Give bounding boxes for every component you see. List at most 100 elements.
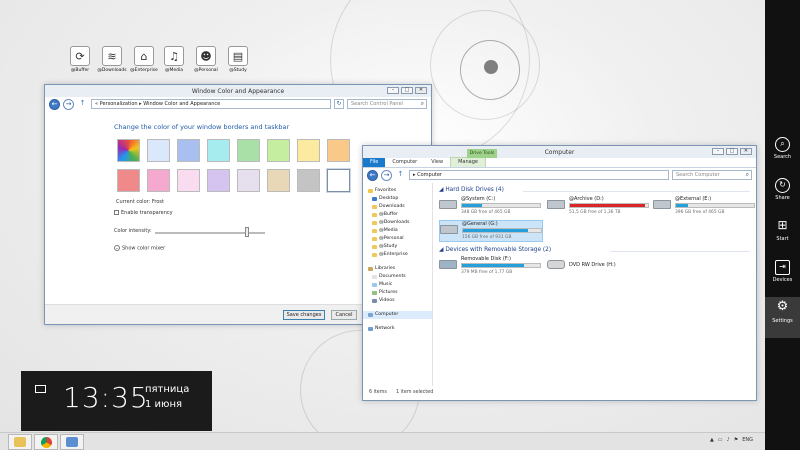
cancel-button[interactable]: Cancel <box>331 310 357 320</box>
color-swatch[interactable] <box>267 169 290 192</box>
charm-label: Settings <box>772 318 793 324</box>
title-bar[interactable]: Window Color and Appearance – □ ✕ <box>45 85 431 97</box>
drive-usage-bar <box>461 263 541 268</box>
nav-favorites[interactable]: Favorites <box>363 187 432 195</box>
gear-icon: ⚙ <box>776 299 789 314</box>
desktop-icon-media[interactable]: ♫ @Media <box>158 46 190 73</box>
group-divider <box>523 191 750 192</box>
tray-network-icon[interactable]: ▭ <box>718 437 723 443</box>
address-bar[interactable]: ▸ Computer <box>409 170 669 180</box>
search-input[interactable]: Search Computer ⌕ <box>672 170 752 180</box>
nav-item-personal[interactable]: @Personal <box>363 235 432 243</box>
nav-item-media[interactable]: @Media <box>363 227 432 235</box>
nav-item-videos[interactable]: Videos <box>363 297 432 305</box>
close-button[interactable]: ✕ <box>740 148 752 155</box>
desktop-icon-enterprise[interactable]: ⌂ @Enterprise <box>128 46 160 73</box>
drive-h-dvd[interactable]: DVD RW Drive (H:) <box>547 256 651 278</box>
tray-language[interactable]: ENG <box>742 437 753 443</box>
save-changes-button[interactable]: Save changes <box>283 310 325 320</box>
taskbar-explorer[interactable] <box>8 434 32 450</box>
color-swatch[interactable] <box>297 139 320 162</box>
desktop-icon-label: @Buffer <box>70 68 90 73</box>
forward-button[interactable]: → <box>381 169 392 181</box>
nav-item-study[interactable]: @Study <box>363 243 432 251</box>
color-swatch[interactable] <box>147 139 170 162</box>
nav-label: Music <box>379 282 393 287</box>
nav-item-pictures[interactable]: Pictures <box>363 289 432 297</box>
search-icon: ⌕ <box>775 137 790 152</box>
color-swatch[interactable] <box>207 169 230 192</box>
charm-share[interactable]: ↻ Share <box>765 174 800 215</box>
color-swatch[interactable] <box>177 169 200 192</box>
charm-devices[interactable]: ⇥ Devices <box>765 256 800 297</box>
drive-e[interactable]: @External (E:) 396 GB free of 465 GB <box>653 196 757 218</box>
drive-f-removable[interactable]: Removable Disk (F:) 379 MB free of 1,77 … <box>439 256 543 278</box>
color-picker-swatch[interactable] <box>117 139 140 162</box>
color-swatch[interactable] <box>297 169 320 192</box>
up-button[interactable]: ↑ <box>77 98 88 110</box>
charm-settings[interactable]: ⚙ Settings <box>765 297 800 338</box>
forward-button[interactable]: → <box>63 98 74 110</box>
group-label: Devices with Removable Storage (2) <box>445 247 552 253</box>
tab-file[interactable]: File <box>363 158 386 167</box>
color-swatch[interactable] <box>327 169 350 192</box>
up-button[interactable]: ↑ <box>395 169 406 181</box>
title-bar[interactable]: Computer – □ ✕ <box>363 146 756 158</box>
taskbar-control-panel[interactable] <box>60 434 84 450</box>
tab-manage[interactable]: Manage <box>450 157 486 167</box>
back-button[interactable]: ← <box>49 98 60 110</box>
color-mixer-toggle[interactable]: ⌄ Show color mixer <box>114 245 165 252</box>
nav-item-downloads[interactable]: Downloads <box>363 203 432 211</box>
tray-volume-icon[interactable]: ♪ <box>727 437 730 443</box>
color-swatch[interactable] <box>207 139 230 162</box>
drive-usage-fill <box>570 204 645 207</box>
taskbar-chrome[interactable] <box>34 434 58 450</box>
nav-item-buffer[interactable]: @Buffer <box>363 211 432 219</box>
charm-start[interactable]: ⊞ Start <box>765 215 800 256</box>
nav-network[interactable]: Network <box>363 325 432 333</box>
tab-computer[interactable]: Computer <box>385 158 424 167</box>
color-intensity-thumb[interactable] <box>245 227 250 237</box>
drive-d[interactable]: @Archive (D:) 51,5 GB free of 1,36 TB <box>547 196 651 218</box>
nav-item-enterprise[interactable]: @Enterprise <box>363 251 432 259</box>
hard-disk-group-header[interactable]: ◢ Hard Disk Drives (4) <box>439 187 504 193</box>
maximize-button[interactable]: □ <box>401 87 413 94</box>
nav-item-documents[interactable]: Documents <box>363 273 432 281</box>
nav-item-music[interactable]: Music <box>363 281 432 289</box>
removable-group-header[interactable]: ◢ Devices with Removable Storage (2) <box>439 247 551 253</box>
color-swatch[interactable] <box>147 169 170 192</box>
nav-item-desktop[interactable]: Desktop <box>363 195 432 203</box>
color-swatch[interactable] <box>267 139 290 162</box>
transparency-checkbox[interactable] <box>114 210 119 215</box>
drive-name: Removable Disk (F:) <box>461 256 511 262</box>
transparency-row[interactable]: Enable transparency <box>114 210 173 216</box>
desktop-icon-personal[interactable]: ☻ @Personal <box>190 46 222 73</box>
desktop-icon-study[interactable]: ▤ @Study <box>222 46 254 73</box>
maximize-button[interactable]: □ <box>726 148 738 155</box>
nav-item-at-downloads[interactable]: @Downloads <box>363 219 432 227</box>
color-swatch[interactable] <box>237 169 260 192</box>
drive-g-selected[interactable]: @General (G:) 156 GB free of 931 GB <box>439 220 543 242</box>
desktop-icon-downloads[interactable]: ≋ @Downloads <box>96 46 128 73</box>
tray-arrow-icon[interactable]: ▲ <box>710 437 714 443</box>
color-swatch[interactable] <box>177 139 200 162</box>
charm-search[interactable]: ⌕ Search <box>765 133 800 174</box>
refresh-button[interactable]: ↻ <box>334 99 344 109</box>
search-input[interactable]: Search Control Panel ⌕ <box>347 99 427 109</box>
user-icon: ☻ <box>196 46 216 66</box>
dvd-drive-icon <box>547 260 565 269</box>
color-swatch[interactable] <box>117 169 140 192</box>
close-button[interactable]: ✕ <box>415 87 427 94</box>
address-bar[interactable]: « Personalization ▸ Window Color and App… <box>91 99 331 109</box>
color-swatch[interactable] <box>237 139 260 162</box>
tab-view[interactable]: View <box>424 158 450 167</box>
minimize-button[interactable]: – <box>387 87 399 94</box>
desktop-icon-buffer[interactable]: ⟳ @Buffer <box>64 46 96 73</box>
minimize-button[interactable]: – <box>712 148 724 155</box>
nav-computer[interactable]: Computer <box>363 311 432 319</box>
tray-flag-icon[interactable]: ⚑ <box>734 437 738 443</box>
drive-c[interactable]: @System (C:) 348 GB free of 465 GB <box>439 196 543 218</box>
color-swatch[interactable] <box>327 139 350 162</box>
back-button[interactable]: ← <box>367 169 378 181</box>
nav-libraries[interactable]: Libraries <box>363 265 432 273</box>
